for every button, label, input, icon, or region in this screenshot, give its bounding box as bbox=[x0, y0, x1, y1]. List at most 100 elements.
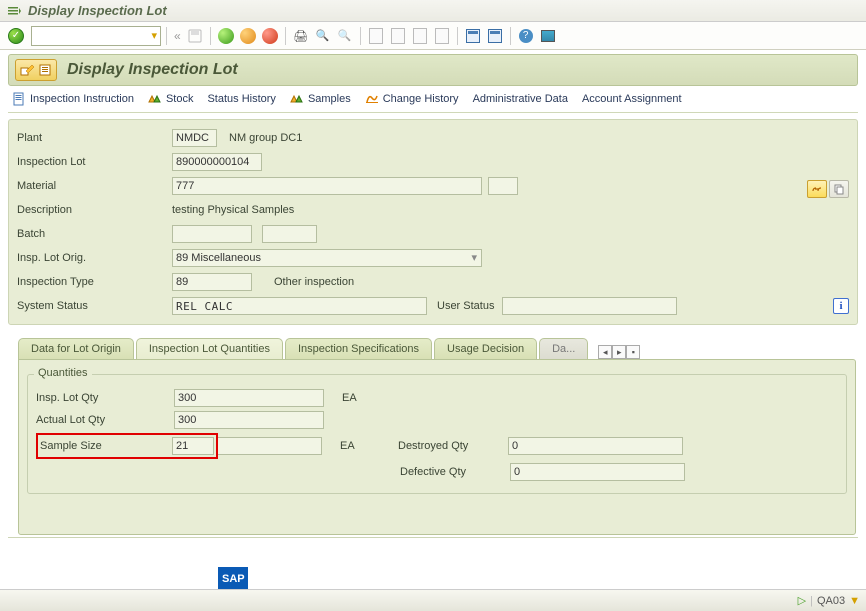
destroyed-qty-label: Destroyed Qty bbox=[398, 440, 508, 452]
material-aux-field[interactable] bbox=[488, 177, 518, 195]
find-next-button[interactable] bbox=[335, 26, 355, 46]
inspection-lot-label: Inspection Lot bbox=[17, 156, 172, 168]
insp-lot-qty-label: Insp. Lot Qty bbox=[36, 392, 174, 404]
defective-qty-field[interactable]: 0 bbox=[510, 463, 685, 481]
save-button[interactable] bbox=[185, 26, 205, 46]
header-form: Plant NMDC NM group DC1 Inspection Lot 8… bbox=[8, 119, 858, 325]
cancel-button[interactable] bbox=[260, 26, 280, 46]
tab-scroll-right[interactable]: ▸ bbox=[612, 345, 626, 359]
change-history-icon bbox=[365, 92, 379, 106]
inspection-type-field[interactable]: 89 bbox=[172, 273, 252, 291]
instruction-icon bbox=[12, 92, 26, 106]
sample-size-unit: EA bbox=[340, 440, 370, 452]
back-button[interactable] bbox=[216, 26, 236, 46]
material-field[interactable]: 777 bbox=[172, 177, 482, 195]
help-button[interactable]: ? bbox=[516, 26, 536, 46]
sample-size-label: Sample Size bbox=[40, 440, 172, 452]
layout-button[interactable] bbox=[538, 26, 558, 46]
tabstrip: Data for Lot Origin Inspection Lot Quant… bbox=[18, 337, 590, 359]
user-status-field[interactable] bbox=[502, 297, 677, 315]
defective-qty-label: Defective Qty bbox=[400, 466, 510, 478]
new-session-button[interactable] bbox=[463, 26, 483, 46]
stock-button[interactable]: Stock bbox=[148, 92, 194, 106]
link-button[interactable] bbox=[807, 180, 827, 198]
batch-field-2[interactable] bbox=[262, 225, 317, 243]
stock-label: Stock bbox=[166, 93, 194, 105]
insp-lot-orig-dropdown[interactable]: 89 Miscellaneous bbox=[172, 249, 482, 267]
status-history-button[interactable]: Status History bbox=[207, 93, 275, 105]
sample-size-highlight: Sample Size 21 bbox=[36, 433, 218, 459]
insp-lot-qty-unit: EA bbox=[342, 392, 372, 404]
first-page-button[interactable] bbox=[366, 26, 386, 46]
tcode-label: QA03 bbox=[817, 595, 845, 607]
sample-size-field[interactable]: 21 bbox=[172, 437, 214, 455]
menu-icon[interactable] bbox=[6, 3, 22, 19]
material-label: Material bbox=[17, 180, 172, 192]
user-status-label: User Status bbox=[437, 300, 494, 312]
next-page-button[interactable] bbox=[410, 26, 430, 46]
samples-icon bbox=[290, 92, 304, 106]
tab-data-for-lot-origin[interactable]: Data for Lot Origin bbox=[18, 338, 134, 359]
admin-data-button[interactable]: Administrative Data bbox=[473, 93, 568, 105]
plant-label: Plant bbox=[17, 132, 172, 144]
window-title: Display Inspection Lot bbox=[28, 3, 167, 18]
destroyed-qty-field[interactable]: 0 bbox=[508, 437, 683, 455]
info-button[interactable]: i bbox=[833, 298, 849, 314]
insp-lot-orig-label: Insp. Lot Orig. bbox=[17, 252, 172, 264]
quantities-group: Quantities Insp. Lot Qty 300 EA Actual L… bbox=[27, 374, 847, 494]
menu-bar: Display Inspection Lot bbox=[0, 0, 866, 22]
find-button[interactable] bbox=[313, 26, 333, 46]
samples-label: Samples bbox=[308, 93, 351, 105]
display-change-icon[interactable] bbox=[19, 62, 35, 78]
account-assignment-label: Account Assignment bbox=[582, 93, 682, 105]
status-indicator-icon: ▷ bbox=[798, 594, 806, 607]
system-status-field[interactable]: REL CALC bbox=[172, 297, 427, 315]
exit-button[interactable] bbox=[238, 26, 258, 46]
quantities-title: Quantities bbox=[34, 367, 92, 379]
actual-lot-qty-field[interactable]: 300 bbox=[174, 411, 324, 429]
description-value: testing Physical Samples bbox=[172, 204, 294, 216]
other-lot-icon[interactable] bbox=[37, 62, 53, 78]
samples-button[interactable]: Samples bbox=[290, 92, 351, 106]
system-status-label: System Status bbox=[17, 300, 172, 312]
status-bar: ▷ | QA03 ▼ bbox=[0, 589, 866, 611]
insp-lot-qty-field[interactable]: 300 bbox=[174, 389, 324, 407]
change-history-button[interactable]: Change History bbox=[365, 92, 459, 106]
batch-field[interactable] bbox=[172, 225, 252, 243]
title-band-icons bbox=[15, 59, 57, 81]
plant-field[interactable]: NMDC bbox=[172, 129, 217, 147]
change-history-label: Change History bbox=[383, 93, 459, 105]
admin-data-label: Administrative Data bbox=[473, 93, 568, 105]
inspection-lot-field[interactable]: 890000000104 bbox=[172, 153, 262, 171]
copy-button[interactable] bbox=[829, 180, 849, 198]
command-field[interactable] bbox=[31, 26, 161, 46]
shortcut-button[interactable] bbox=[485, 26, 505, 46]
nav-back-icon: « bbox=[174, 29, 181, 43]
sap-logo: SAP bbox=[218, 567, 268, 591]
status-dropdown-icon[interactable]: ▼ bbox=[849, 595, 860, 607]
inspection-instruction-label: Inspection Instruction bbox=[30, 93, 134, 105]
print-button[interactable] bbox=[291, 26, 311, 46]
tab-scroll-left[interactable]: ◂ bbox=[598, 345, 612, 359]
tab-inspection-specifications[interactable]: Inspection Specifications bbox=[285, 338, 432, 359]
inspection-instruction-button[interactable]: Inspection Instruction bbox=[12, 92, 134, 106]
batch-label: Batch bbox=[17, 228, 172, 240]
tab-usage-decision[interactable]: Usage Decision bbox=[434, 338, 537, 359]
inspection-type-desc: Other inspection bbox=[274, 276, 354, 288]
tab-overflow[interactable]: Da... bbox=[539, 338, 588, 359]
sample-size-field-ext[interactable] bbox=[218, 437, 322, 455]
page-title: Display Inspection Lot bbox=[67, 61, 238, 79]
inspection-type-label: Inspection Type bbox=[17, 276, 172, 288]
actual-lot-qty-label: Actual Lot Qty bbox=[36, 414, 174, 426]
tab-list-button[interactable]: ▪ bbox=[626, 345, 640, 359]
tab-nav: ◂ ▸ ▪ bbox=[598, 345, 640, 359]
prev-page-button[interactable] bbox=[388, 26, 408, 46]
title-band: Display Inspection Lot bbox=[8, 54, 858, 86]
last-page-button[interactable] bbox=[432, 26, 452, 46]
tab-inspection-lot-quantities[interactable]: Inspection Lot Quantities bbox=[136, 338, 283, 360]
status-history-label: Status History bbox=[207, 93, 275, 105]
enter-button[interactable]: ✓ bbox=[6, 26, 26, 46]
account-assignment-button[interactable]: Account Assignment bbox=[582, 93, 682, 105]
plant-desc: NM group DC1 bbox=[229, 132, 302, 144]
tab-body: Quantities Insp. Lot Qty 300 EA Actual L… bbox=[18, 359, 856, 535]
